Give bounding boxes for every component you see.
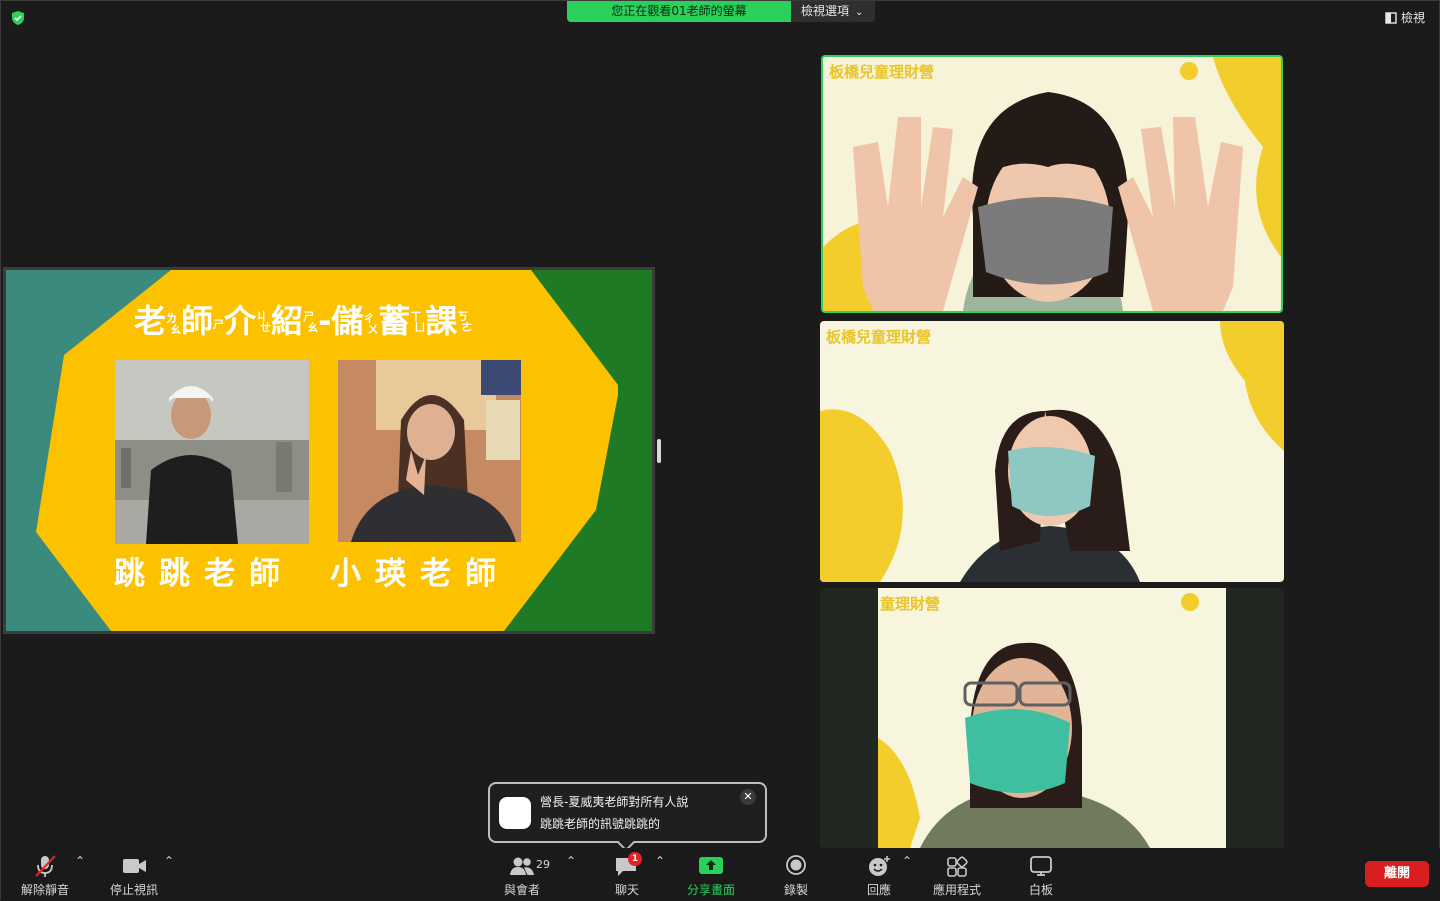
teacher2-name: 小瑛老師 [330, 556, 510, 592]
video-3-watermark: 童理財營 [880, 595, 940, 613]
apps-label: 應用程式 [933, 883, 982, 897]
unmute-button[interactable]: 解除靜音 [21, 854, 69, 898]
view-button[interactable]: 檢視 [1385, 9, 1425, 26]
teacher2-photo [338, 360, 521, 542]
unmute-options-chevron-icon[interactable]: ⌃ [75, 854, 85, 868]
stop-video-label: 停止視訊 [110, 883, 159, 897]
participants-icon [510, 857, 534, 875]
chevron-down-icon: ⌄ [855, 7, 864, 18]
avatar [499, 797, 531, 829]
chat-notification[interactable]: 營長-夏威夷老師對所有人說 跳跳老師的訊號跳跳的 ✕ [488, 782, 767, 852]
video-frame-2: 板橋兒童理財營 [820, 321, 1284, 582]
smiley-plus-icon [869, 856, 890, 876]
microphone-muted-icon [35, 855, 56, 877]
view-options-label: 檢視選項 [801, 4, 850, 18]
participants-button[interactable]: 29 與會者 [504, 854, 550, 898]
chat-options-chevron-icon[interactable]: ⌃ [655, 854, 665, 868]
reactions-button[interactable]: 回應 [865, 854, 893, 898]
teacher1-photo [115, 360, 309, 544]
video-tile-2[interactable]: 板橋兒童理財營 [820, 321, 1284, 582]
view-options-button[interactable]: 檢視選項 ⌄ [791, 1, 875, 22]
whiteboard-label: 白板 [1028, 883, 1053, 897]
reactions-label: 回應 [866, 883, 891, 897]
share-screen-button[interactable]: 分享畫面 [687, 854, 735, 898]
shield-icon[interactable] [10, 10, 26, 26]
teacher1-name: 跳跳老師 [114, 556, 294, 592]
chat-button[interactable]: 1 聊天 [613, 852, 642, 898]
video-frame-1: 板橋兒童理財營 [823, 57, 1281, 311]
video-1-watermark: 板橋兒童理財營 [829, 63, 934, 81]
view-layout-icon [1385, 11, 1397, 24]
viewing-screen-banner: 您正在觀看01老師的螢幕 [567, 1, 791, 22]
participants-label: 與會者 [504, 883, 541, 897]
record-button[interactable]: 錄製 [782, 854, 810, 898]
share-screen-icon [699, 857, 723, 874]
meeting-toolbar: 解除靜音 ⌃ 停止視訊 ⌃ 29 與會者 ⌃ 1 聊天 ⌃ 分享畫面 錄製 回應… [1, 848, 1440, 901]
stop-video-button[interactable]: 停止視訊 [110, 854, 158, 898]
video-tile-1[interactable]: 板橋兒童理財營 [821, 55, 1283, 313]
shared-screen[interactable]: 老ㄌ ㄠ師ㄕ介ㄐ ㄝ紹ㄕ ㄠ-儲ㄔ ㄨ蓄ㄒ ㄩ課ㄎㄜ 跳跳老師 小瑛老師 [3, 267, 655, 634]
leave-button[interactable]: 離開 [1365, 861, 1429, 887]
record-label: 錄製 [783, 883, 808, 897]
video-tile-3[interactable]: 童理財營 [820, 588, 1284, 848]
unmute-label: 解除靜音 [21, 883, 70, 897]
video-options-chevron-icon[interactable]: ⌃ [164, 854, 174, 868]
zoom-window: 您正在觀看01老師的螢幕 檢視選項 ⌄ 檢視 老ㄌ ㄠ師ㄕ介ㄐ ㄝ紹ㄕ ㄠ-儲ㄔ… [0, 0, 1440, 901]
participants-count: 29 [536, 858, 550, 871]
chat-message: 跳跳老師的訊號跳跳的 [540, 817, 661, 831]
video-camera-icon [123, 859, 146, 873]
view-label: 檢視 [1400, 11, 1425, 25]
chat-sender: 營長-夏威夷老師對所有人說 [540, 795, 689, 809]
share-screen-label: 分享畫面 [687, 883, 736, 897]
chat-label: 聊天 [614, 883, 639, 897]
slide-canvas: 老ㄌ ㄠ師ㄕ介ㄐ ㄝ紹ㄕ ㄠ-儲ㄔ ㄨ蓄ㄒ ㄩ課ㄎㄜ 跳跳老師 小瑛老師 [6, 270, 652, 631]
video-2-watermark: 板橋兒童理財營 [826, 328, 931, 346]
whiteboard-icon [1030, 856, 1052, 876]
apps-button[interactable]: 應用程式 [933, 854, 981, 898]
close-icon[interactable]: ✕ [740, 789, 756, 805]
resize-handle[interactable] [657, 439, 661, 463]
chat-unread-badge: 1 [628, 852, 642, 866]
apps-icon [947, 856, 968, 877]
participants-options-chevron-icon[interactable]: ⌃ [566, 854, 576, 868]
reactions-options-chevron-icon[interactable]: ⌃ [902, 854, 912, 868]
record-icon [786, 855, 806, 875]
video-frame-3: 童理財營 [878, 588, 1226, 848]
whiteboard-button[interactable]: 白板 [1027, 854, 1055, 898]
